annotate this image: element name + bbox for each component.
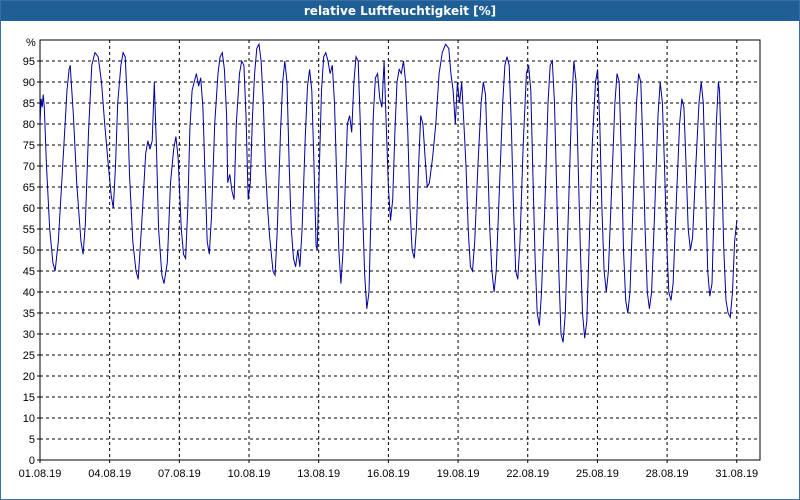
x-tick-label: 04.08.19 (88, 468, 131, 480)
y-tick-label: 25 (23, 350, 35, 362)
y-axis-ticks: 0 5 10 15 20 25 30 35 40 45 50 55 60 65 70 75 80 85 90 95 (23, 56, 40, 467)
y-axis-unit-label: % (26, 37, 36, 49)
y-tick-label: 50 (23, 245, 35, 257)
x-tick-label: 16.08.19 (367, 468, 410, 480)
y-tick-label: 95 (23, 56, 35, 68)
y-tick-label: 10 (23, 413, 35, 425)
x-tick-label: 10.08.19 (228, 468, 271, 480)
y-tick-label: 80 (23, 119, 35, 131)
y-tick-label: 20 (23, 371, 35, 383)
x-tick-label: 25.08.19 (576, 468, 619, 480)
y-tick-label: 85 (23, 98, 35, 110)
chart-canvas: 0 5 10 15 20 25 30 35 40 45 50 55 60 65 70 75 80 85 90 95 0… (19, 37, 761, 480)
x-axis-ticks: 01.08.19 04.08.19 07.08.19 10.08.19 13.08.19… (19, 460, 758, 480)
x-tick-label: 28.08.19 (646, 468, 689, 480)
y-tick-label: 65 (23, 182, 35, 194)
grid-lines (40, 40, 760, 460)
y-tick-label: 45 (23, 266, 35, 278)
x-tick-label: 22.08.19 (506, 468, 549, 480)
y-tick-label: 55 (23, 224, 35, 236)
x-tick-label: 31.08.19 (715, 468, 758, 480)
x-tick-label: 13.08.19 (297, 468, 340, 480)
y-tick-label: 15 (23, 392, 35, 404)
y-tick-label: 35 (23, 308, 35, 320)
y-tick-label: 30 (23, 329, 35, 341)
x-tick-label: 07.08.19 (158, 468, 201, 480)
y-tick-label: 90 (23, 77, 35, 89)
x-tick-label: 19.08.19 (437, 468, 480, 480)
y-tick-label: 75 (23, 140, 35, 152)
y-tick-label: 5 (29, 434, 35, 446)
y-tick-label: 60 (23, 203, 35, 215)
y-tick-label: 0 (29, 455, 35, 467)
y-tick-label: 40 (23, 287, 35, 299)
y-tick-label: 70 (23, 161, 35, 173)
x-tick-label: 01.08.19 (19, 468, 62, 480)
